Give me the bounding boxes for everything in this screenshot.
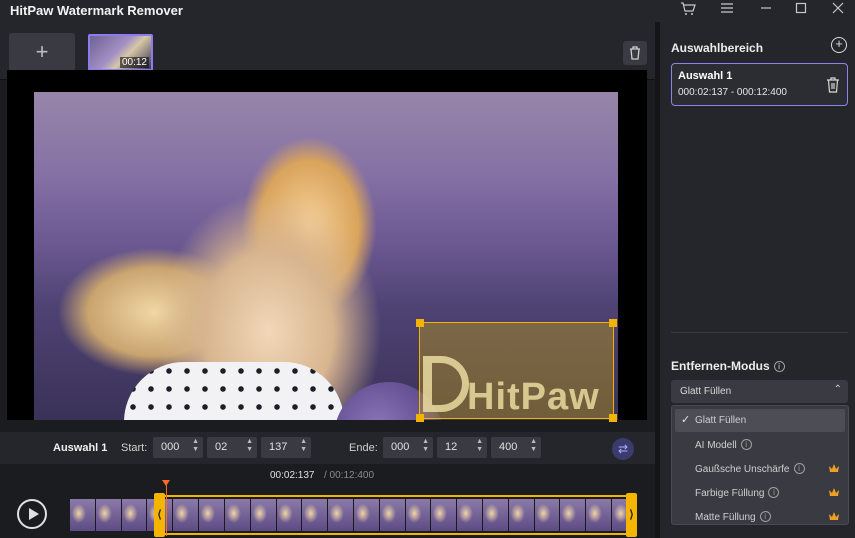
filmstrip-frame: [70, 499, 96, 531]
mode-option-label: AI Modell i: [695, 439, 752, 451]
remove-mode-title: Entfernen-Modus i: [671, 359, 785, 373]
cart-icon[interactable]: [679, 2, 697, 18]
stepper-arrows-icon[interactable]: ▲ ▼: [246, 438, 253, 454]
playhead-line[interactable]: [166, 482, 167, 536]
crown-icon: [829, 464, 839, 472]
mode-option-color-fill[interactable]: Farbige Füllung i: [672, 481, 848, 504]
mode-option-label: Gaußsche Unschärfe i: [695, 463, 805, 475]
minimize-icon[interactable]: [757, 2, 775, 18]
start-label: Start:: [121, 442, 148, 454]
resize-handle-top-right[interactable]: [609, 319, 617, 327]
start-minutes-stepper[interactable]: 000 ▲ ▼: [153, 437, 203, 458]
selection-card[interactable]: Auswahl 1 000:02:137 - 000:12:400: [671, 63, 848, 106]
stepper-arrows-icon[interactable]: ▲ ▼: [422, 438, 429, 454]
remove-mode-label: Entfernen-Modus: [671, 359, 770, 373]
start-seconds-value: 02: [215, 441, 228, 453]
end-minutes-value: 000: [391, 441, 410, 453]
selection-card-title: Auswahl 1: [678, 70, 733, 82]
end-minutes-stepper[interactable]: 000 ▲ ▼: [383, 437, 433, 458]
start-milliseconds-value: 137: [269, 441, 288, 453]
app-title: HitPaw Watermark Remover: [10, 3, 183, 18]
info-icon[interactable]: i: [773, 361, 785, 372]
resize-handle-bottom-left[interactable]: [416, 414, 424, 422]
time-range-controls: Auswahl 1 Start: 000 ▲ ▼ 02 ▲ ▼ 137 ▲ ▼ End…: [0, 432, 655, 464]
thumbnail-duration: 00:12: [119, 57, 149, 68]
selection-card-range: 000:02:137 - 000:12:400: [678, 87, 787, 98]
range-start-handle[interactable]: ⟨: [154, 493, 165, 537]
start-milliseconds-stepper[interactable]: 137 ▲ ▼: [261, 437, 311, 458]
maximize-icon[interactable]: [792, 2, 810, 18]
add-selection-icon[interactable]: +: [831, 37, 847, 53]
mode-option-ai-modell[interactable]: AI Modell i: [672, 433, 848, 456]
remove-mode-value: Glatt Füllen: [680, 386, 732, 397]
total-time: / 00:12:400: [324, 470, 375, 481]
check-icon: ✓: [681, 414, 691, 426]
stepper-arrows-icon[interactable]: ▲ ▼: [476, 438, 483, 454]
mode-option-label: Matte Füllung i: [695, 511, 771, 523]
current-time: 00:02:137: [270, 470, 315, 481]
mode-option-gaussian-blur[interactable]: Gaußsche Unschärfe i: [672, 457, 848, 480]
delete-media-button[interactable]: [623, 41, 647, 65]
selection-label: Auswahl 1: [53, 442, 108, 454]
info-icon[interactable]: i: [740, 439, 752, 450]
right-panel: Auswahlbereich + Auswahl 1 000:02:137 - …: [660, 22, 855, 538]
watermark-selection-box[interactable]: [416, 319, 617, 422]
timeline: 00:02:137 / 00:12:400 ⟨ ⟩: [0, 464, 655, 538]
remove-mode-select[interactable]: Glatt Füllen ⌃: [671, 380, 848, 403]
divider: [671, 332, 848, 333]
end-seconds-stepper[interactable]: 12 ▲ ▼: [437, 437, 487, 458]
mode-option-label: Glatt Füllen: [695, 415, 747, 426]
info-icon[interactable]: i: [793, 463, 805, 474]
resize-handle-top-left[interactable]: [416, 319, 424, 327]
filmstrip-frame: [95, 499, 122, 531]
start-seconds-stepper[interactable]: 02 ▲ ▼: [207, 437, 257, 458]
chevron-up-icon: ⌃: [833, 384, 842, 395]
end-milliseconds-stepper[interactable]: 400 ▲ ▼: [491, 437, 541, 458]
end-label: Ende:: [349, 442, 378, 454]
add-media-button[interactable]: +: [9, 33, 75, 71]
play-button[interactable]: [17, 499, 47, 529]
swap-icon[interactable]: ⇄: [612, 438, 634, 460]
video-thumbnail[interactable]: 00:12: [88, 34, 153, 71]
range-end-handle[interactable]: ⟩: [626, 493, 637, 537]
end-seconds-value: 12: [445, 441, 458, 453]
resize-handle-bottom-right[interactable]: [609, 414, 617, 422]
play-icon: [29, 508, 39, 520]
trash-icon: [630, 46, 640, 60]
mode-option-label: Farbige Füllung i: [695, 487, 780, 499]
menu-icon[interactable]: [718, 2, 736, 18]
close-icon[interactable]: [829, 2, 847, 18]
filmstrip-frame: [121, 499, 148, 531]
info-icon[interactable]: i: [768, 487, 780, 498]
stepper-arrows-icon[interactable]: ▲ ▼: [192, 438, 199, 454]
stepper-arrows-icon[interactable]: ▲ ▼: [300, 438, 307, 454]
start-minutes-value: 000: [161, 441, 180, 453]
mode-option-glatt-fuellen[interactable]: ✓ Glatt Füllen: [675, 409, 845, 432]
mode-option-matte-fill[interactable]: Matte Füllung i: [672, 505, 848, 528]
stepper-arrows-icon[interactable]: ▲ ▼: [530, 438, 537, 454]
crown-icon: [829, 512, 839, 520]
selected-range[interactable]: [155, 495, 637, 535]
remove-mode-dropdown: ✓ Glatt Füllen AI Modell i Gaußsche Unsch…: [671, 405, 849, 525]
info-icon[interactable]: i: [759, 511, 771, 522]
end-milliseconds-value: 400: [499, 441, 518, 453]
trash-icon[interactable]: [825, 76, 841, 94]
selection-area-title: Auswahlbereich: [671, 41, 764, 55]
title-bar: HitPaw Watermark Remover: [0, 0, 855, 22]
video-content-shirt: [124, 362, 344, 420]
crown-icon: [829, 488, 839, 496]
